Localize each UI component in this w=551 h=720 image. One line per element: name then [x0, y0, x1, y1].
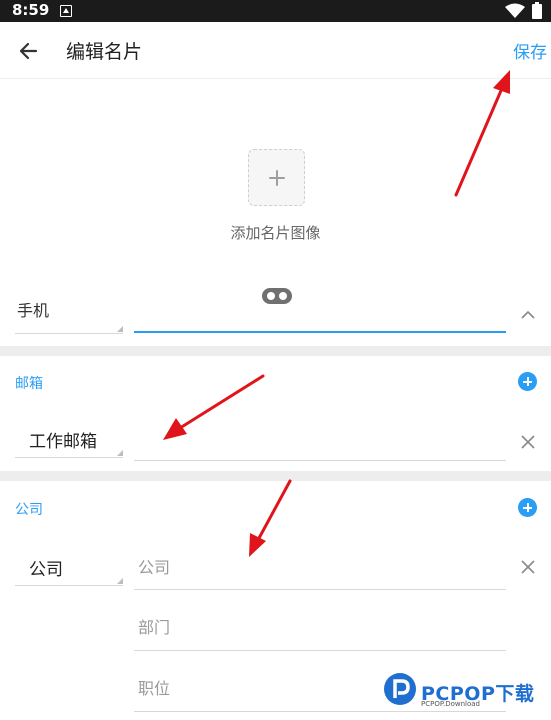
email-input-underline	[134, 460, 506, 461]
company-input[interactable]	[134, 549, 506, 585]
company-type-label: 公司	[29, 560, 63, 580]
add-card-image-label: 添加名片图像	[230, 224, 321, 242]
section-divider	[0, 346, 551, 356]
company-section-title: 公司	[15, 502, 43, 518]
phone-input-underline[interactable]	[134, 331, 506, 333]
close-icon[interactable]	[520, 434, 536, 450]
email-section-title: 邮箱	[15, 376, 43, 392]
toolbar: 编辑名片 保存	[0, 22, 551, 79]
wifi-icon	[505, 3, 525, 18]
status-bar: 8:59	[0, 0, 551, 22]
watermark-sub: PCPOP.Download	[421, 700, 480, 708]
company-type-select[interactable]: 公司	[15, 553, 123, 586]
company-input-underline	[134, 589, 506, 590]
email-type-select[interactable]: 工作邮箱	[15, 425, 123, 458]
annotation-arrow-company	[249, 479, 292, 557]
email-input[interactable]	[134, 424, 506, 460]
plus-icon	[269, 170, 285, 186]
department-input-underline	[134, 650, 506, 651]
email-type-label: 工作邮箱	[29, 432, 97, 452]
battery-icon	[532, 2, 542, 19]
notification-icon	[60, 5, 72, 17]
save-button[interactable]: 保存	[513, 38, 547, 63]
phone-type-label: 手机	[17, 303, 50, 320]
close-icon[interactable]	[520, 559, 536, 575]
page-title: 编辑名片	[66, 41, 143, 63]
add-email-icon[interactable]	[518, 372, 537, 391]
department-input[interactable]	[134, 609, 506, 645]
phone-type-select[interactable]: 手机	[15, 303, 123, 334]
add-company-icon[interactable]	[518, 498, 537, 517]
position-input-underline	[134, 711, 506, 712]
back-arrow-icon[interactable]	[14, 36, 44, 66]
annotation-arrow-save	[454, 70, 510, 197]
section-divider	[0, 471, 551, 481]
chevron-up-icon[interactable]	[519, 306, 537, 324]
scroll-handle[interactable]	[262, 288, 292, 304]
pcpop-logo-icon	[384, 673, 416, 705]
status-time: 8:59	[12, 1, 50, 19]
add-card-image-button[interactable]	[248, 149, 305, 206]
